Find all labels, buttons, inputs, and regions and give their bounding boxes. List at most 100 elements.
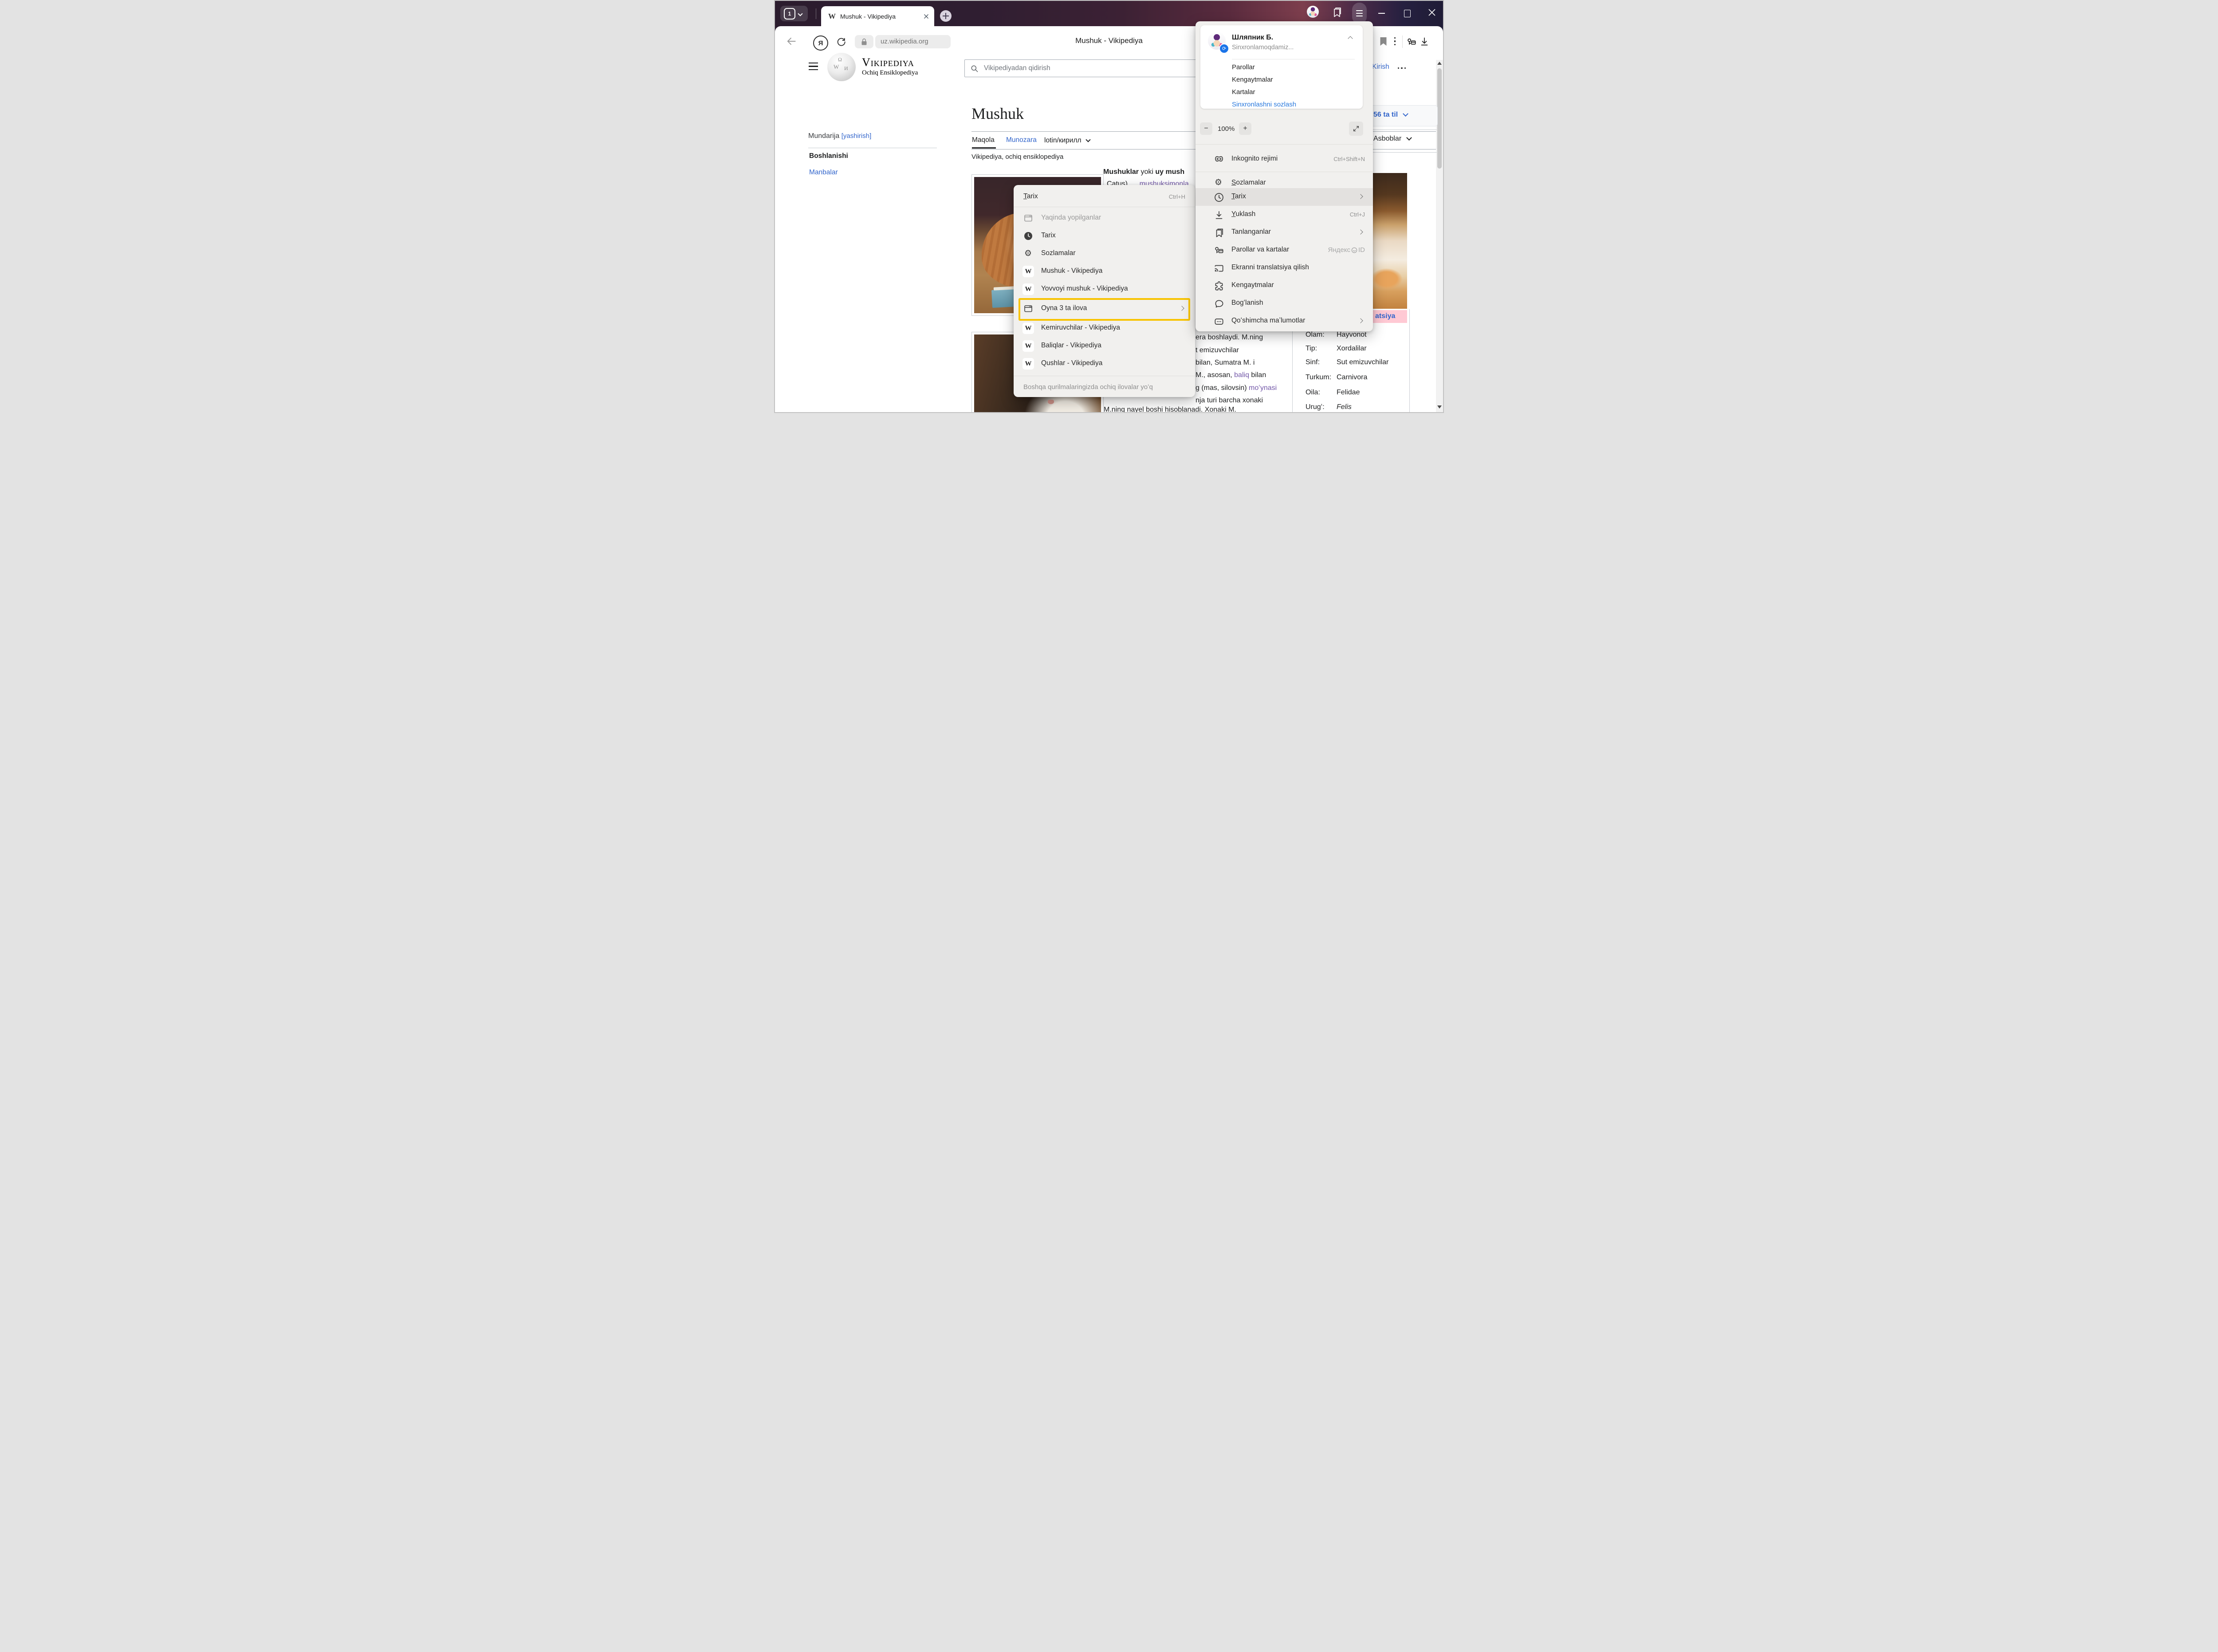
close-tab-icon[interactable] xyxy=(924,14,929,19)
classification-link-fragment[interactable]: atsiya xyxy=(1375,312,1395,320)
wikipedia-favicon: W xyxy=(1022,340,1034,352)
taxo-value[interactable]: Felis xyxy=(1337,403,1352,411)
passwords-cards-icon[interactable] xyxy=(1406,36,1417,48)
chevron-right-icon xyxy=(1358,229,1363,234)
taxo-value[interactable]: Hayvonot xyxy=(1337,331,1367,339)
bookmark-icon xyxy=(1213,227,1225,239)
chevron-right-icon xyxy=(1358,194,1363,199)
browser-window: 1 W Mushuk - Vikipediya Я uz.wikipedia.o… xyxy=(774,0,1444,413)
menu-item-more-info[interactable]: Qoʻshimcha maʼlumotlar xyxy=(1196,312,1373,330)
key-card-icon xyxy=(1213,245,1225,256)
menu-item-settings[interactable]: ⚙ Sozlamalar xyxy=(1196,170,1373,188)
taxo-value[interactable]: Sut emizuvchilar xyxy=(1337,358,1388,366)
zoom-out-button[interactable]: − xyxy=(1200,122,1212,135)
visited-link[interactable]: baliq xyxy=(1234,371,1249,379)
menu-item-recently-closed[interactable]: Yaqinda yopilganlar xyxy=(1014,209,1195,227)
text-fragment: M.ning nayel boshi hisoblanadi. Xonaki M… xyxy=(1104,406,1236,413)
taxo-label: Oila: xyxy=(1306,389,1320,397)
menu-item-favorites[interactable]: Tanlanganlar xyxy=(1196,224,1373,241)
profile-link-cards[interactable]: Kartalar xyxy=(1232,88,1255,96)
menu-item-extensions[interactable]: Kengaytmalar xyxy=(1196,277,1373,295)
zoom-in-button[interactable]: + xyxy=(1239,122,1251,135)
minimize-button[interactable] xyxy=(1378,13,1385,14)
chevron-right-icon xyxy=(1358,318,1363,323)
scroll-down-icon[interactable] xyxy=(1437,405,1442,409)
browser-main-menu: ⟳ Шляпник Б. Sinxronlamoqdamiz... Paroll… xyxy=(1196,21,1373,331)
variant-dropdown[interactable]: lotin/кирилл xyxy=(1044,137,1090,145)
tab-mushuk[interactable]: W Mushuk - Vikipediya xyxy=(821,6,934,26)
sync-badge-icon: ⟳ xyxy=(1219,43,1229,54)
fullscreen-button[interactable] xyxy=(1349,122,1363,136)
menu-item-window-apps[interactable]: Oyna 3 ta ilova xyxy=(1014,300,1195,318)
no-devices-note: Boshqa qurilmalaringizda ochiq ilovalar … xyxy=(1023,383,1153,391)
scroll-up-icon[interactable] xyxy=(1437,62,1442,65)
menu-item-incognito[interactable]: Inkognito rejimi Ctrl+Shift+N xyxy=(1196,150,1373,168)
history-submenu: Tarix Ctrl+H Yaqinda yopilganlar Tarix ⚙… xyxy=(1014,185,1195,397)
menu-item-screen-cast[interactable]: Ekranni translatsiya qilish xyxy=(1196,259,1373,277)
wiki-menu-icon[interactable] xyxy=(809,63,818,72)
scrollbar-thumb[interactable] xyxy=(1437,68,1442,169)
login-link[interactable]: Kirish xyxy=(1372,63,1389,71)
text-fragment: bilan, Sumatra M. i xyxy=(1196,359,1255,367)
profile-avatar[interactable] xyxy=(1307,6,1319,18)
toolbar-divider xyxy=(1402,35,1403,48)
wiki-search-box[interactable] xyxy=(964,59,1214,77)
browser-menu-button[interactable] xyxy=(1352,3,1367,24)
wikipedia-logo[interactable]: Ω W И xyxy=(827,53,856,81)
profile-card: ⟳ Шляпник Б. Sinxronlamoqdamiz... Paroll… xyxy=(1200,25,1363,109)
downloads-icon[interactable] xyxy=(1419,36,1430,47)
menu-item-page-baliqlar[interactable]: W Baliqlar - Vikipediya xyxy=(1014,337,1195,355)
tools-button[interactable]: Asboblar xyxy=(1373,135,1411,143)
maximize-button[interactable] xyxy=(1404,10,1411,17)
ellipsis-box-icon xyxy=(1213,316,1225,327)
close-window-button[interactable] xyxy=(1428,8,1436,16)
collections-icon[interactable] xyxy=(1332,7,1342,19)
article-tagline: Vikipediya, ochiq ensiklopediya xyxy=(971,153,1063,161)
menu-item-settings[interactable]: ⚙ Sozlamalar xyxy=(1014,245,1195,263)
wiki-more-icon[interactable] xyxy=(1398,67,1406,69)
menu-item-history[interactable]: Tarix xyxy=(1196,188,1373,206)
toc-hide-link[interactable]: [yashirish] xyxy=(842,132,872,140)
menu-item-history[interactable]: Tarix xyxy=(1014,227,1195,245)
chevron-right-icon xyxy=(1179,306,1184,311)
yandex-id-logo: Яндекс ID xyxy=(1328,246,1365,254)
menu-item-page-mushuk[interactable]: W Mushuk - Vikipediya xyxy=(1014,263,1195,280)
chevron-up-icon[interactable] xyxy=(1348,36,1353,41)
languages-button[interactable]: 56 ta til xyxy=(1373,111,1408,119)
profile-link-passwords[interactable]: Parollar xyxy=(1232,63,1255,71)
clock-icon xyxy=(1023,231,1034,241)
chevron-down-icon xyxy=(1406,135,1412,141)
profile-link-extensions[interactable]: Kengaytmalar xyxy=(1232,76,1273,83)
expand-icon xyxy=(1353,125,1360,132)
toolbar-more-icon[interactable] xyxy=(1394,37,1396,45)
new-tab-button[interactable] xyxy=(940,10,952,22)
toc-item-manbalar[interactable]: Manbalar xyxy=(809,169,838,177)
tab-article[interactable]: Maqola xyxy=(972,136,995,144)
infobox-left-border xyxy=(1292,331,1293,412)
taxo-label: Olam: xyxy=(1306,331,1325,339)
clock-icon xyxy=(1213,192,1225,203)
taxo-label: Sinf: xyxy=(1306,358,1320,366)
tab-talk[interactable]: Munozara xyxy=(1006,136,1037,144)
menu-item-page-kemiruvchilar[interactable]: W Kemiruvchilar - Vikipediya xyxy=(1014,319,1195,337)
taxo-value[interactable]: Xordalilar xyxy=(1337,345,1367,353)
bookmark-icon[interactable] xyxy=(1379,36,1388,47)
wiki-wordmark[interactable]: Vikipediya Ochiq Ensiklopediya xyxy=(862,56,918,77)
toc-item-boshlanishi[interactable]: Boshlanishi xyxy=(809,152,848,160)
sync-settings-link[interactable]: Sinxronlashni sozlash xyxy=(1232,101,1296,108)
text-fragment: M., asosan, baliq bilan xyxy=(1196,371,1266,379)
active-tab-underline xyxy=(972,147,996,149)
tab-group-button[interactable]: 1 xyxy=(780,6,808,21)
taxo-label: Urugʻ: xyxy=(1306,403,1325,411)
taxo-value[interactable]: Carnivora xyxy=(1337,374,1367,382)
taxo-value[interactable]: Felidae xyxy=(1337,389,1360,397)
search-input[interactable] xyxy=(983,64,1213,73)
menu-item-feedback[interactable]: Bogʻlanish xyxy=(1196,295,1373,312)
submenu-shortcut: Ctrl+H xyxy=(1169,193,1185,200)
menu-item-page-yovvoyi[interactable]: W Yovvoyi mushuk - Vikipediya xyxy=(1014,280,1195,298)
taxo-label: Tip: xyxy=(1306,345,1317,353)
menu-item-page-qushlar[interactable]: W Qushlar - Vikipediya xyxy=(1014,355,1195,373)
menu-item-passwords-cards[interactable]: Parollar va kartalar Яндекс ID xyxy=(1196,241,1373,259)
menu-item-downloads[interactable]: Yuklash Ctrl+J xyxy=(1196,206,1373,224)
visited-link[interactable]: moʻynasi xyxy=(1249,384,1277,392)
